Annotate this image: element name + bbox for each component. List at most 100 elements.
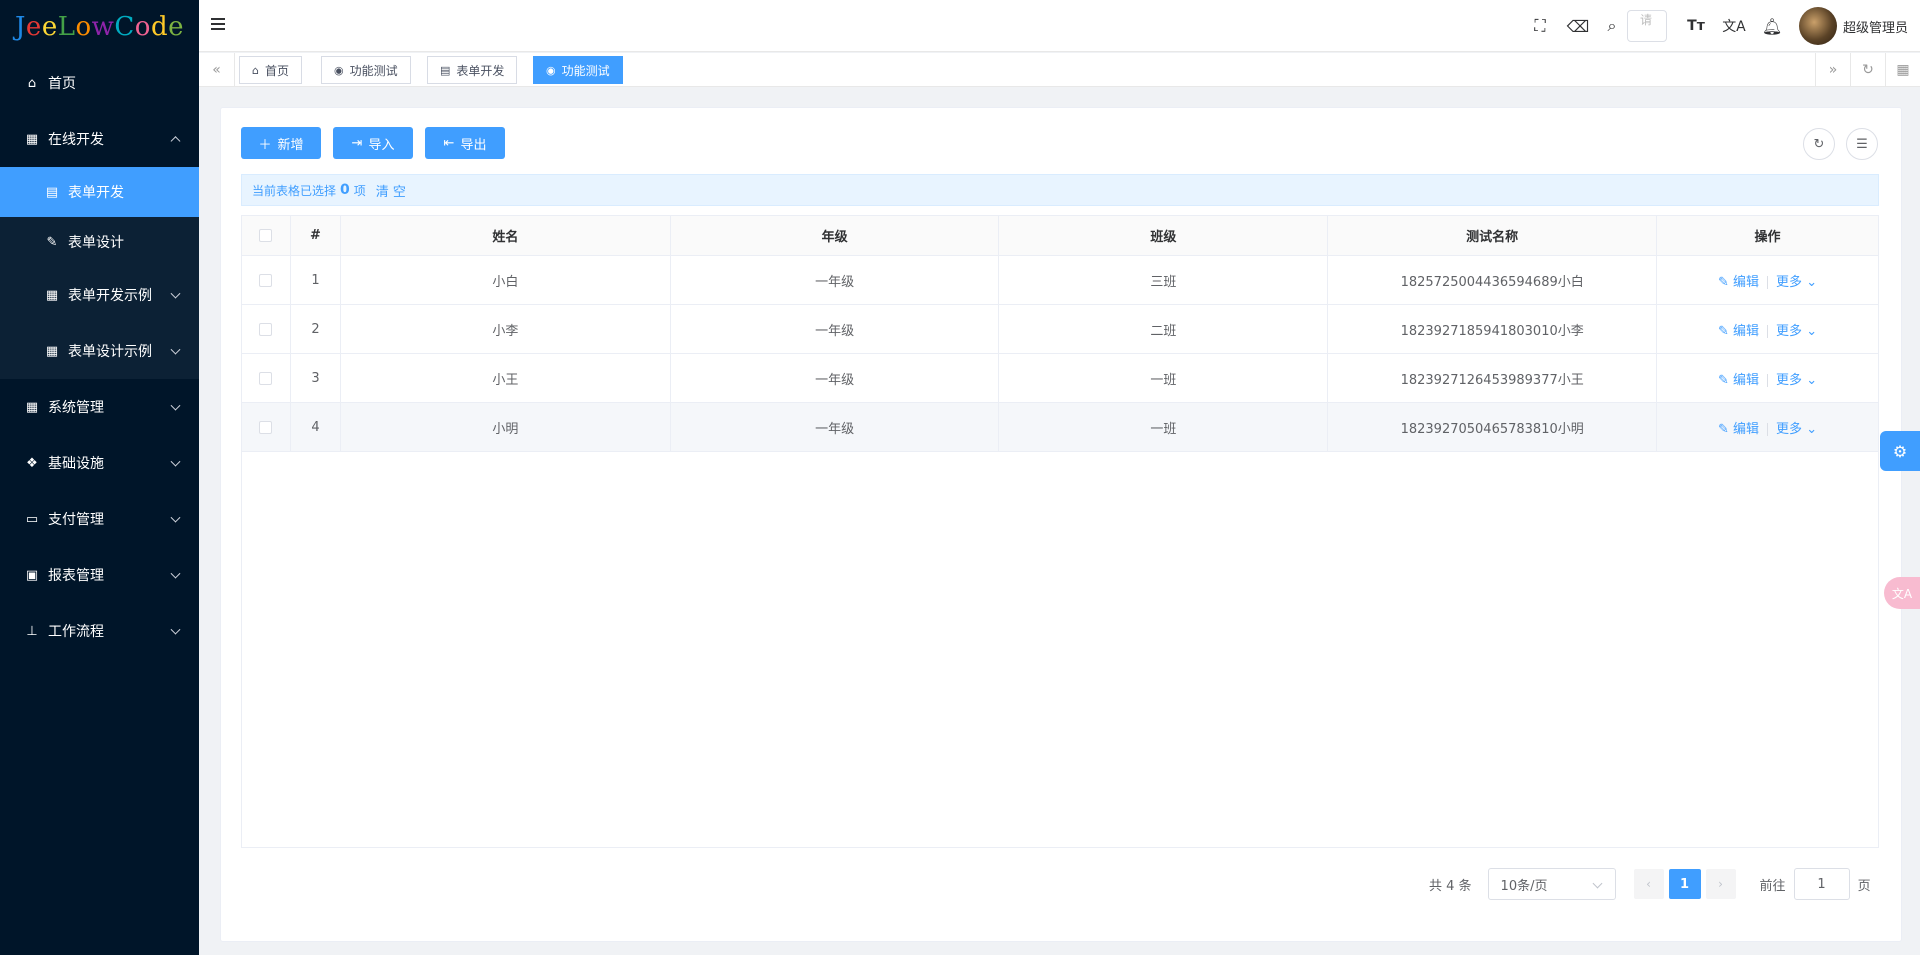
form-icon: ▤ [45,184,59,200]
more-dropdown[interactable]: 更多 ⌄ [1776,275,1817,290]
table-row[interactable]: 1 小白 一年级 三班 1825725004436594689小白 ✎ 编辑 更多… [241,255,1879,305]
settings-gear-icon[interactable]: ⚙ [1880,431,1920,471]
tab-function-test[interactable]: ◉ 功能测试 [321,56,411,84]
tabs-scroll-right-icon[interactable]: » [1815,53,1850,87]
cell-class: 一班 [998,402,1329,452]
sidebar-item-label: 在线开发 [48,132,104,148]
column-header: 年级 [669,215,1000,256]
add-button[interactable]: ＋ 新增 [241,127,321,159]
clear-cache-icon[interactable]: ⌫ [1559,0,1597,52]
next-page-icon[interactable]: › [1705,869,1736,899]
page-number-current[interactable]: 1 [1668,869,1701,899]
sidebar-item-workflow[interactable]: ⊥ 工作流程 [0,603,199,659]
sidebar-item-label: 表单开发 [68,185,124,201]
chevron-down-icon [170,344,181,355]
page-size-value: 10条/页 [1500,878,1548,894]
cell-grade: 一年级 [669,353,1000,403]
edit-link[interactable]: ✎ 编辑 [1718,373,1759,388]
sidebar-item-label: 表单设计示例 [68,344,152,360]
row-checkbox[interactable] [241,304,291,354]
tab-home[interactable]: ⌂ 首页 [239,56,302,84]
card-icon: ▭ [25,511,39,527]
translate-float-icon[interactable]: 文A [1884,577,1920,609]
edit-link[interactable]: ✎ 编辑 [1718,275,1759,290]
cell-grade: 一年级 [669,255,1000,305]
menu-toggle-icon[interactable] [211,18,225,30]
translate-icon[interactable]: 文A [1715,0,1753,52]
eye-icon: ◉ [334,63,344,77]
search-icon[interactable]: ⌕ [1597,0,1627,52]
chevron-down-icon [170,456,181,467]
row-checkbox[interactable] [241,353,291,403]
tab-label: 首页 [264,63,289,78]
bell-icon[interactable]: 🔔︎ [1753,0,1791,52]
page-suffix: 页 [1857,878,1871,894]
sidebar-item-label: 首页 [48,76,76,92]
sidebar-item-home[interactable]: ⌂ 首页 [0,55,199,111]
tabs-menu-icon[interactable]: ▦ [1885,53,1920,87]
more-dropdown[interactable]: 更多 ⌄ [1776,324,1817,339]
edit-link[interactable]: ✎ 编辑 [1718,324,1759,339]
app-logo[interactable]: JeeLowCode [0,0,199,54]
submenu-online-dev: ▤ 表单开发 ✎ 表单设计 ▦ 表单开发示例 ▦ 表单设计示例 [0,167,199,379]
row-number: 3 [289,353,341,403]
eye-icon: ◉ [546,63,556,77]
export-button[interactable]: ⇤ 导出 [425,127,505,159]
cell-name: 小王 [339,353,671,403]
fullscreen-icon[interactable]: ⛶ [1521,0,1559,52]
selection-alert: 当前表格已选择 0 项 清 空 [241,174,1879,206]
refresh-tab-icon[interactable]: ↻ [1850,53,1885,87]
tabs-scroll-left-icon[interactable]: « [199,53,235,87]
tab-label: 表单开发 [456,63,505,78]
row-actions: ✎ 编辑 更多 ⌄ [1656,304,1879,354]
font-size-icon[interactable]: Tт [1677,0,1715,52]
plus-icon: ＋ [258,137,272,153]
cell-test-name: 1825725004436594689小白 [1327,255,1658,305]
select-all-checkbox[interactable] [241,215,291,256]
sidebar-item-form-dev[interactable]: ▤ 表单开发 [0,167,199,217]
sidebar-item-system[interactable]: ▦ 系统管理 [0,379,199,435]
sidebar-item-report[interactable]: ▣ 报表管理 [0,547,199,603]
search-input[interactable]: 请 [1626,10,1667,42]
sidebar-item-form-design-example[interactable]: ▦ 表单设计示例 [0,323,199,379]
username[interactable]: 超级管理员 [1843,17,1908,36]
row-number: 1 [289,255,341,305]
import-button-label: 导入 [368,137,395,153]
tab-function-test-active[interactable]: ◉ 功能测试 [533,56,623,84]
cell-class: 二班 [998,304,1329,354]
row-checkbox[interactable] [241,402,291,452]
sidebar-item-online-dev[interactable]: ▦ 在线开发 [0,111,199,167]
table-row[interactable]: 2 小李 一年级 二班 1823927185941803010小李 ✎ 编辑 更多… [241,304,1879,354]
row-checkbox[interactable] [241,255,291,305]
tab-form-dev[interactable]: ▤ 表单开发 [427,56,518,84]
more-dropdown[interactable]: 更多 ⌄ [1776,422,1817,437]
sidebar-item-infra[interactable]: ❖ 基础设施 [0,435,199,491]
more-dropdown[interactable]: 更多 ⌄ [1776,373,1817,388]
sidebar-item-label: 表单设计 [68,235,124,251]
avatar[interactable] [1798,7,1837,45]
clear-selection-link[interactable]: 清 空 [376,181,406,200]
table-row[interactable]: 4 小明 一年级 一班 1823927050465783810小明 ✎ 编辑 更多… [241,402,1879,452]
refresh-table-icon[interactable]: ↻ [1803,128,1835,160]
chevron-down-icon [170,624,181,635]
cell-grade: 一年级 [669,304,1000,354]
table-row[interactable]: 3 小王 一年级 一班 1823927126453989377小王 ✎ 编辑 更多… [241,353,1879,403]
column-settings-icon[interactable]: ☰ [1846,128,1878,160]
top-header: ⛶ ⌫ ⌕ 请 Tт 文A 🔔︎ 超级管理员 [199,0,1920,52]
sidebar-item-label: 系统管理 [48,400,104,416]
cell-test-name: 1823927185941803010小李 [1327,304,1658,354]
sidebar-item-form-design[interactable]: ✎ 表单设计 [0,217,199,267]
edit-link[interactable]: ✎ 编辑 [1718,422,1759,437]
page-size-select[interactable]: 10条/页 [1487,868,1616,900]
chevron-down-icon [170,288,181,299]
pagination: 共 4 条 10条/页 ‹ 1 › 前往 1 页 [1429,868,1871,900]
sidebar: JeeLowCode ⌂ 首页 ▦ 在线开发 ▤ 表单开发 ✎ 表单设计 ▦ 表… [0,0,199,955]
sidebar-item-payment[interactable]: ▭ 支付管理 [0,491,199,547]
sidebar-item-label: 工作流程 [48,624,104,640]
prev-page-icon[interactable]: ‹ [1633,869,1664,899]
import-button[interactable]: ⇥ 导入 [333,127,413,159]
goto-page-input[interactable]: 1 [1793,868,1850,900]
row-number: 4 [289,402,341,452]
sidebar-item-form-dev-example[interactable]: ▦ 表单开发示例 [0,267,199,323]
sidebar-item-label: 支付管理 [48,512,104,528]
